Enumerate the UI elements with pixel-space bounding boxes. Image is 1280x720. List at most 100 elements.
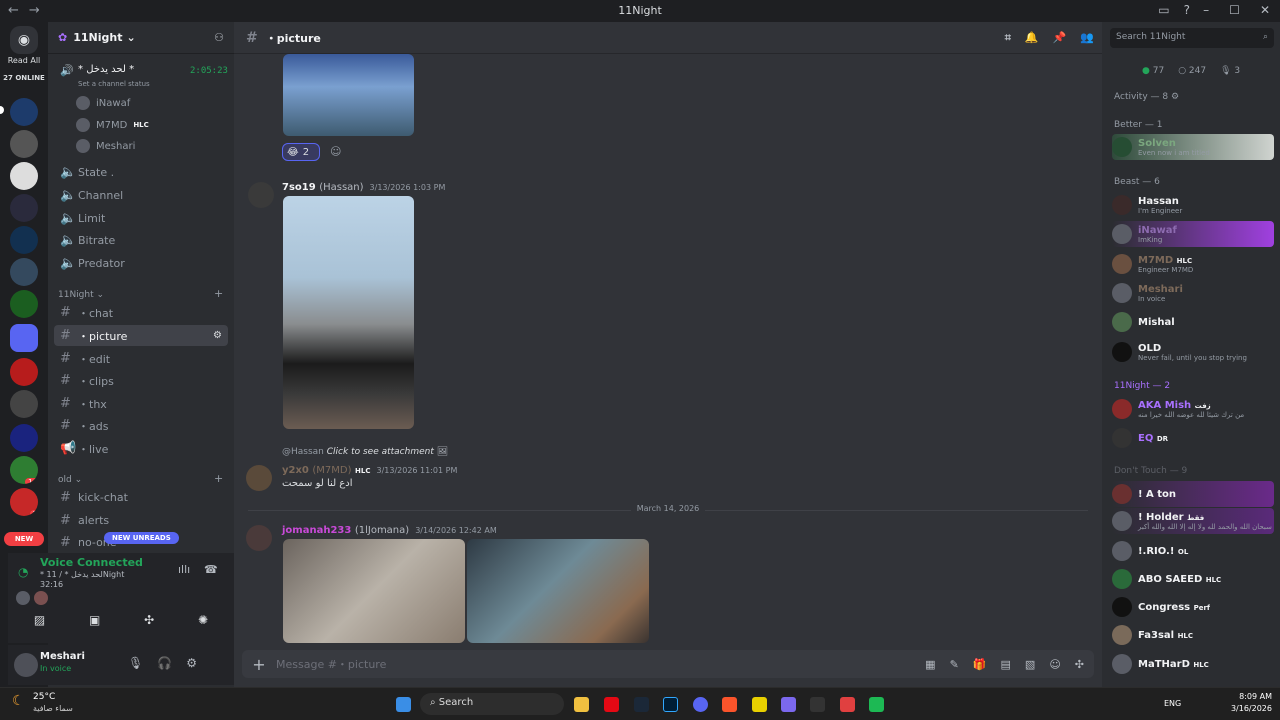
- member-item[interactable]: Meshari In voice: [1112, 280, 1274, 306]
- member-item[interactable]: Hassan I'm Engineer: [1112, 192, 1274, 218]
- attachment-image[interactable]: [283, 54, 414, 136]
- windows-start-icon[interactable]: [396, 697, 411, 712]
- channel-status[interactable]: Set a channel status: [78, 80, 150, 88]
- category-header[interactable]: 11Night ⌄: [58, 290, 104, 300]
- avatar[interactable]: [246, 525, 272, 551]
- activity-header[interactable]: Activity — 8 ⚙: [1114, 92, 1179, 102]
- discord-home-icon[interactable]: ◉: [10, 26, 38, 54]
- weather-icon[interactable]: ☾: [12, 693, 25, 709]
- inbox-icon[interactable]: ▭: [1158, 3, 1169, 17]
- add-reaction-icon[interactable]: ☺: [330, 145, 341, 158]
- noise-suppression-icon[interactable]: ıllı: [178, 563, 190, 576]
- text-channel-selected[interactable]: # ・picture ⚙: [54, 325, 228, 346]
- screen-share-icon[interactable]: ▣: [89, 613, 100, 627]
- apps-icon[interactable]: ▦: [925, 658, 935, 671]
- members-icon[interactable]: 👥: [1080, 31, 1094, 45]
- brave-icon[interactable]: [722, 697, 737, 712]
- member-item[interactable]: M7MD HLC Engineer M7MD: [1112, 251, 1274, 277]
- add-friend-icon[interactable]: ⚇: [214, 31, 224, 44]
- help-icon[interactable]: ?: [1184, 3, 1190, 17]
- server-icon[interactable]: [10, 290, 38, 318]
- category-header[interactable]: old ⌄: [58, 475, 82, 485]
- voice-user[interactable]: Meshari: [76, 139, 135, 153]
- member-item[interactable]: OLD Never fail, until you stop trying: [1112, 339, 1274, 365]
- new-pill[interactable]: NEW: [4, 532, 44, 546]
- netflix-icon[interactable]: [604, 697, 619, 712]
- new-unreads-pill[interactable]: NEW UNREADS: [104, 532, 179, 544]
- attachment-image[interactable]: [283, 196, 414, 429]
- text-channel[interactable]: # alerts: [54, 510, 228, 531]
- member-item[interactable]: Solven Even now i am titled: [1112, 134, 1274, 160]
- activities-icon[interactable]: ✣: [1075, 658, 1084, 671]
- server-icon[interactable]: [10, 162, 38, 190]
- app-icon[interactable]: [752, 697, 767, 712]
- pin-icon[interactable]: 📌: [1053, 31, 1067, 45]
- attachment-image[interactable]: [467, 539, 649, 643]
- language-indicator[interactable]: ENG: [1164, 699, 1181, 708]
- member-item[interactable]: MaTHarD HLC: [1112, 651, 1274, 677]
- file-explorer-icon[interactable]: [574, 697, 589, 712]
- text-channel[interactable]: 📢 ・live: [54, 438, 228, 459]
- photoshop-icon[interactable]: [663, 697, 678, 712]
- minimize-button[interactable]: –: [1203, 3, 1209, 17]
- reply-preview[interactable]: @Hassan Click to see attachment 🖼: [282, 447, 448, 457]
- text-channel[interactable]: # ・edit: [54, 348, 228, 369]
- microphone-icon[interactable]: 🎙: [128, 656, 143, 670]
- member-item[interactable]: ! Holder فقط سبحان الله والحمد لله ولا إل…: [1112, 508, 1274, 534]
- author-name[interactable]: 7so19: [282, 182, 316, 193]
- member-item[interactable]: Congress Perf: [1112, 594, 1274, 620]
- voice-channel[interactable]: 🔈 State .: [54, 162, 228, 183]
- member-item[interactable]: Mishal: [1112, 309, 1274, 335]
- discord-icon[interactable]: [693, 697, 708, 712]
- server-icon[interactable]: [10, 424, 38, 452]
- member-item[interactable]: EQ DR: [1112, 425, 1274, 451]
- steam-icon[interactable]: [634, 697, 649, 712]
- voice-status[interactable]: Voice Connected: [40, 556, 143, 569]
- search-input[interactable]: Search 11Night ⌕: [1110, 28, 1274, 48]
- gift-icon[interactable]: 🎁: [973, 658, 987, 671]
- server-icon[interactable]: [10, 258, 38, 286]
- voice-channel[interactable]: 🔈 Limit: [54, 208, 228, 229]
- add-channel-icon[interactable]: +: [214, 287, 223, 300]
- text-channel[interactable]: # ・thx: [54, 393, 228, 414]
- sticker-icon[interactable]: ▧: [1025, 658, 1035, 671]
- voice-user[interactable]: iNawaf: [76, 96, 130, 110]
- member-item[interactable]: Fa3sal HLC: [1112, 622, 1274, 648]
- user-name[interactable]: Meshari: [40, 651, 85, 662]
- voice-channel[interactable]: 🔈 Channel: [54, 185, 228, 206]
- read-all-button[interactable]: Read All: [0, 56, 48, 65]
- close-button[interactable]: ✕: [1260, 3, 1270, 17]
- server-icon[interactable]: 1: [10, 488, 38, 516]
- voice-channel[interactable]: 🔈 Bitrate: [54, 230, 228, 251]
- server-icon[interactable]: [10, 194, 38, 222]
- member-item[interactable]: !.RIO.! OL: [1112, 538, 1274, 564]
- threads-icon[interactable]: ⌗: [1005, 31, 1011, 45]
- composer-placeholder[interactable]: Message #・picture: [276, 656, 386, 672]
- member-item[interactable]: AKA Mish زفت من ترك شيئا لله عوضه الله خي…: [1112, 396, 1274, 422]
- member-item[interactable]: ! A ton: [1112, 481, 1274, 507]
- app-icon[interactable]: [840, 697, 855, 712]
- folder-icon[interactable]: [10, 324, 38, 352]
- add-attachment-icon[interactable]: +: [242, 655, 276, 674]
- member-item[interactable]: iNawaf ImKing: [1112, 221, 1274, 247]
- avatar[interactable]: [14, 653, 38, 677]
- server-icon[interactable]: [10, 358, 38, 386]
- text-channel[interactable]: # ・ads: [54, 415, 228, 436]
- disconnect-icon[interactable]: ☎: [204, 563, 218, 576]
- voice-channel-name[interactable]: * لحد يدخل *: [78, 64, 134, 75]
- app-icon[interactable]: [869, 697, 884, 712]
- soundboard-icon[interactable]: ✺: [198, 613, 208, 627]
- voice-channel[interactable]: 🔈 Predator: [54, 253, 228, 274]
- member-item[interactable]: ABO SAEED HLC: [1112, 566, 1274, 592]
- gif-icon[interactable]: ▤: [1001, 658, 1011, 671]
- app-icon[interactable]: [781, 697, 796, 712]
- gear-icon[interactable]: ⚙: [186, 656, 197, 670]
- author-name[interactable]: y2x0: [282, 465, 309, 476]
- gear-icon[interactable]: ⚙: [213, 330, 222, 341]
- camera-off-icon[interactable]: ▨: [34, 613, 45, 627]
- avatar[interactable]: [246, 465, 272, 491]
- server-header[interactable]: ✿ 11Night ⌄ ⚇: [48, 22, 234, 54]
- activities-icon[interactable]: ✣: [144, 613, 154, 627]
- clock-time[interactable]: 8:09 AM: [1218, 692, 1272, 701]
- text-channel[interactable]: # ・chat: [54, 302, 228, 323]
